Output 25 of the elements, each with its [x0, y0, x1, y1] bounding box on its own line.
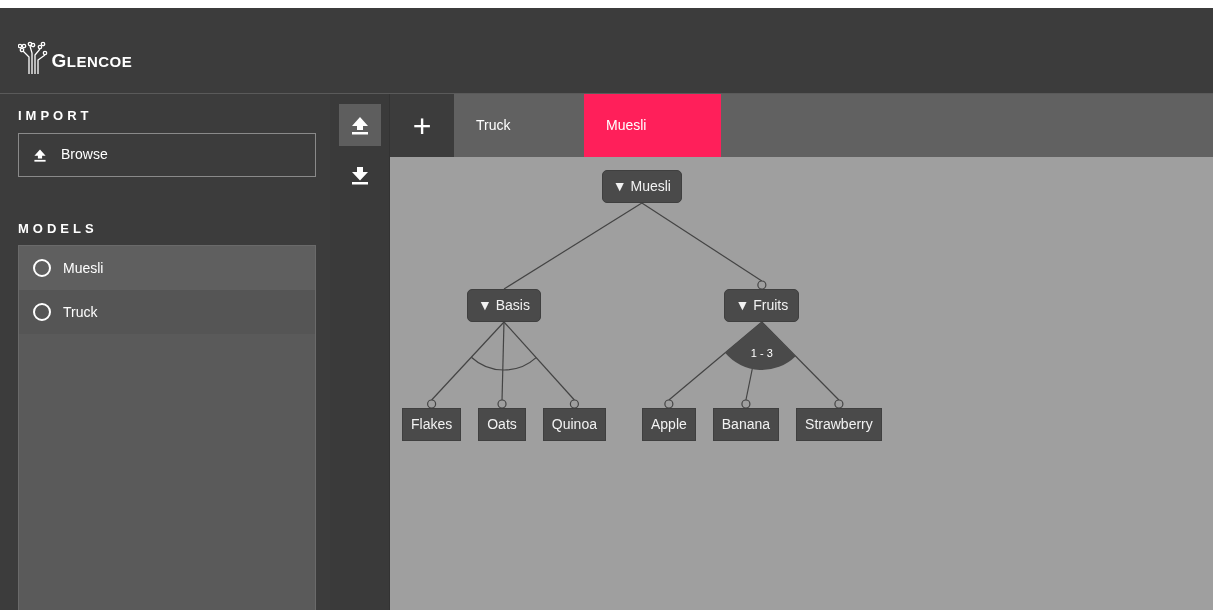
- add-tab-button[interactable]: +: [390, 94, 454, 157]
- cardinality-label: 1 - 3: [750, 347, 773, 359]
- feature-node[interactable]: ▼ Muesli: [601, 170, 682, 203]
- feature-node[interactable]: Quinoa: [542, 408, 606, 441]
- browse-button[interactable]: Browse: [18, 132, 316, 177]
- feature-node[interactable]: Apple: [641, 408, 696, 441]
- radio-button[interactable]: [33, 259, 51, 277]
- feature-node[interactable]: Banana: [712, 408, 780, 441]
- feature-node[interactable]: ▼ Basis: [467, 289, 541, 322]
- upload-icon: [349, 115, 370, 135]
- upload-button[interactable]: [338, 104, 381, 146]
- model-item[interactable]: Muesli: [19, 246, 315, 290]
- feature-node[interactable]: Strawberry: [796, 408, 882, 441]
- feature-node[interactable]: Flakes: [402, 408, 462, 441]
- model-item[interactable]: Truck: [19, 290, 315, 334]
- section-title: IMPORT: [18, 107, 94, 125]
- feature-node[interactable]: Oats: [478, 408, 526, 441]
- logo-text: GLENCOE: [51, 48, 133, 73]
- section-title: MODELS: [18, 219, 99, 238]
- feature-node[interactable]: ▼ Fruits: [724, 289, 800, 322]
- upload-icon: [33, 147, 47, 162]
- download-icon: [349, 165, 370, 185]
- logo-icon: [18, 41, 48, 75]
- radio-button[interactable]: [33, 303, 51, 321]
- tab[interactable]: Muesli: [584, 94, 721, 157]
